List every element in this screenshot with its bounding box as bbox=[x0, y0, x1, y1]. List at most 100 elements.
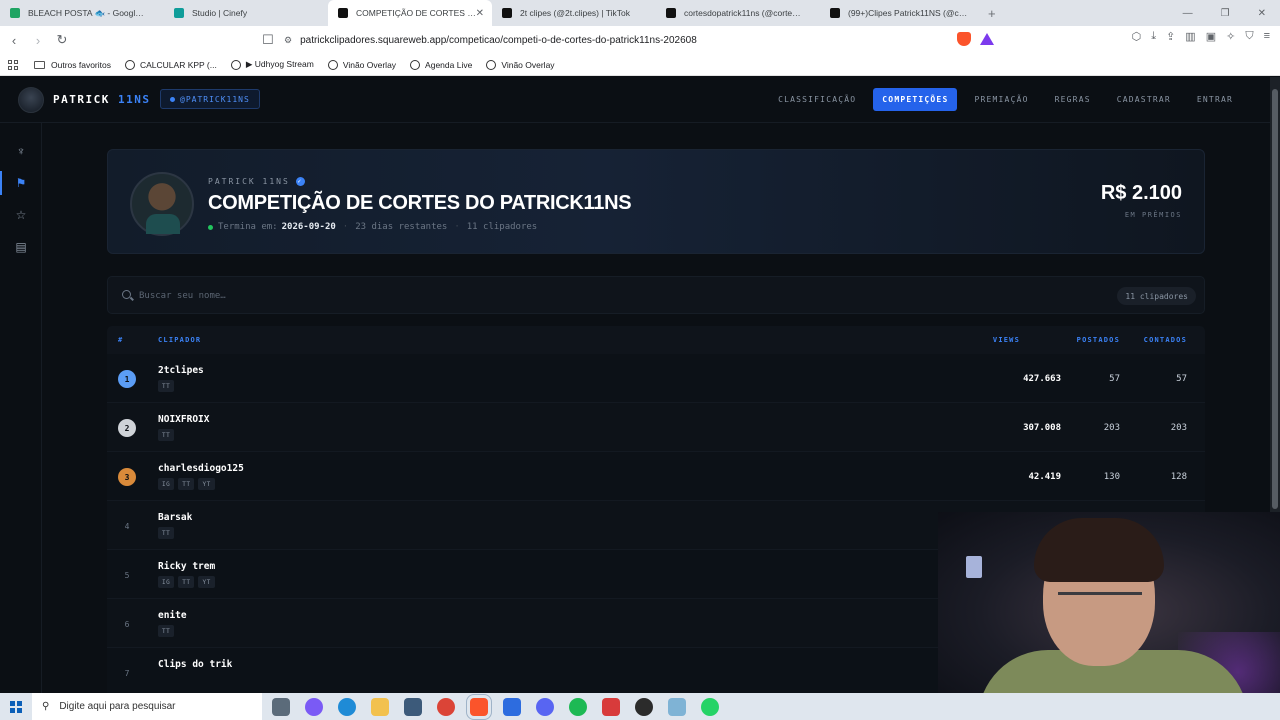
downloads-icon[interactable]: ⤓ bbox=[1151, 30, 1156, 43]
nav-item[interactable]: CADASTRAR bbox=[1108, 88, 1180, 111]
nav-item[interactable]: COMPETIÇÕES bbox=[873, 88, 958, 111]
platform-tag: YT bbox=[198, 576, 215, 588]
bookmark-item[interactable]: CALCULAR KPP (... bbox=[125, 59, 217, 70]
bookmark-page-icon[interactable]: ☐ bbox=[258, 32, 278, 48]
webcam-person-hair bbox=[1034, 518, 1164, 582]
bookmark-label: ▶ Udhyog Stream bbox=[245, 59, 314, 69]
vegas-icon[interactable] bbox=[503, 697, 521, 716]
vpn-icon[interactable]: ⛉ bbox=[1245, 30, 1253, 43]
header-rank: # bbox=[118, 336, 124, 344]
brave-shields-icon[interactable] bbox=[957, 32, 971, 46]
bookmark-favicon-icon bbox=[327, 59, 338, 70]
clipper-name[interactable]: Ricky trem bbox=[158, 561, 215, 572]
browser-tab[interactable]: COMPETIÇÃO DE CORTES DO PA✕ bbox=[328, 0, 492, 26]
whatsapp-icon[interactable] bbox=[701, 697, 719, 716]
logo-avatar[interactable] bbox=[18, 87, 44, 113]
bookmark-favicon-icon bbox=[486, 59, 497, 70]
back-icon[interactable]: ‹ bbox=[4, 33, 24, 48]
reload-icon[interactable]: ↻ bbox=[52, 32, 72, 48]
clipper-name[interactable]: 2tclipes bbox=[158, 365, 204, 376]
platform-tag: TT bbox=[158, 380, 175, 392]
bookmark-folder[interactable]: Outros favoritos bbox=[34, 60, 111, 70]
scrollbar-thumb[interactable] bbox=[1272, 89, 1278, 509]
bookmark-item[interactable]: Agenda Live bbox=[410, 59, 472, 70]
clipper-name[interactable]: charlesdiogo125 bbox=[158, 463, 244, 474]
site-info-icon[interactable]: ⚙ bbox=[284, 35, 292, 46]
brave-rewards-icon[interactable] bbox=[980, 33, 994, 45]
header-clipper[interactable]: CLIPADOR bbox=[158, 336, 201, 344]
clipper-name[interactable]: enite bbox=[158, 610, 187, 621]
browser-tab-strip: BLEACH POSTA 🐟 - Google Drive Studio | Ci… bbox=[0, 0, 1280, 26]
browser-extensions: ⬡ ⤓ ⇪ ▥ ▣ ✧ ⛉ ≡ bbox=[1132, 30, 1270, 43]
star-icon[interactable]: ☆ bbox=[13, 207, 29, 223]
clipper-name[interactable]: NOIXFROIX bbox=[158, 414, 209, 425]
bookmark-label: Vinão Overlay bbox=[342, 59, 397, 70]
menu-icon[interactable]: ≡ bbox=[1264, 30, 1270, 43]
header-views[interactable]: VIEWS bbox=[993, 336, 1020, 344]
close-window-icon[interactable]: ✕ bbox=[1258, 8, 1266, 19]
bookmark-item[interactable]: Vinão Overlay bbox=[327, 59, 397, 70]
copilot-icon[interactable] bbox=[305, 697, 323, 716]
chrome-icon[interactable] bbox=[437, 697, 455, 716]
table-row[interactable]: 3 charlesdiogo125 IG TT YT 42.419 130 128 bbox=[107, 452, 1205, 501]
voice-app-icon[interactable] bbox=[602, 697, 620, 716]
new-tab-icon[interactable]: + bbox=[988, 6, 996, 21]
minimize-icon[interactable]: — bbox=[1183, 8, 1193, 19]
header-posted[interactable]: POSTADOS bbox=[1077, 336, 1120, 344]
browser-tab[interactable]: BLEACH POSTA 🐟 - Google Drive bbox=[0, 0, 164, 26]
leo-ai-icon[interactable]: ✧ bbox=[1226, 30, 1235, 43]
brave-icon[interactable] bbox=[466, 693, 492, 720]
spotify-icon[interactable] bbox=[569, 697, 587, 716]
counted-value: 203 bbox=[1170, 423, 1187, 433]
bookmark-item[interactable]: ▶ Udhyog Stream bbox=[230, 59, 314, 70]
search-input[interactable] bbox=[139, 287, 739, 305]
nav-item[interactable]: PREMIAÇÃO bbox=[965, 88, 1037, 111]
notepad-icon[interactable] bbox=[668, 697, 686, 716]
wallet-icon[interactable]: ▣ bbox=[1206, 30, 1216, 43]
nav-item[interactable]: CLASSIFICAÇÃO bbox=[769, 88, 865, 111]
extensions-icon[interactable]: ⬡ bbox=[1132, 30, 1142, 43]
share-icon[interactable]: ⇪ bbox=[1166, 30, 1175, 43]
header-counted[interactable]: CONTADOS bbox=[1144, 336, 1187, 344]
channel-name-text: PATRICK 11NS bbox=[208, 177, 290, 186]
trophy-icon[interactable]: ♆ bbox=[13, 143, 29, 159]
nav-item[interactable]: ENTRAR bbox=[1188, 88, 1242, 111]
platform-tag: TT bbox=[158, 625, 175, 637]
clipper-name[interactable]: Clips do trik bbox=[158, 659, 232, 670]
snipping-icon[interactable] bbox=[404, 697, 422, 716]
tab-close-icon[interactable]: ✕ bbox=[476, 8, 484, 19]
posted-value: 203 bbox=[1103, 423, 1120, 433]
discord-icon[interactable] bbox=[536, 697, 554, 716]
edge-icon[interactable] bbox=[338, 697, 356, 716]
left-sidebar: ♆ ⚑ ☆ ▤ bbox=[0, 123, 42, 693]
browser-tab[interactable]: (99+)Clipes Patrick11NS (@clipes.pa bbox=[820, 0, 984, 26]
obs-icon[interactable] bbox=[635, 697, 653, 716]
file-explorer-icon[interactable] bbox=[371, 697, 389, 716]
start-button[interactable] bbox=[0, 693, 32, 720]
forward-icon[interactable]: › bbox=[28, 33, 48, 48]
flag-icon[interactable]: ⚑ bbox=[0, 171, 29, 195]
competition-meta: Termina em: 2026-09-20 · 23 dias restant… bbox=[208, 222, 537, 232]
site-logo[interactable]: PATRICK 11NS bbox=[53, 93, 150, 106]
handle-badge[interactable]: @PATRICK11NS bbox=[160, 89, 260, 109]
table-row[interactable]: 1 2tclipes TT 427.663 57 57 bbox=[107, 354, 1205, 403]
clipper-name[interactable]: Barsak bbox=[158, 512, 192, 523]
document-icon[interactable]: ▤ bbox=[13, 239, 29, 255]
table-row[interactable]: 2 NOIXFROIX TT 307.008 203 203 bbox=[107, 403, 1205, 452]
browser-tab[interactable]: 2t clipes (@2t.clipes) | TikTok bbox=[492, 0, 656, 26]
apps-grid-icon[interactable] bbox=[8, 59, 20, 70]
address-bar[interactable]: ⚙ patrickclipadores.squareweb.app/compet… bbox=[284, 29, 1028, 51]
search-icon: ⚲ bbox=[42, 701, 50, 712]
maximize-icon[interactable]: ❐ bbox=[1221, 8, 1230, 19]
browser-tab[interactable]: Studio | Cinefy bbox=[164, 0, 328, 26]
platform-tag: TT bbox=[158, 527, 175, 539]
rank-badge: 3 bbox=[118, 468, 136, 486]
taskbar-search[interactable]: ⚲ Digite aqui para pesquisar bbox=[32, 693, 262, 720]
tab-label: COMPETIÇÃO DE CORTES DO PA bbox=[356, 8, 476, 18]
bookmark-item[interactable]: Vinão Overlay bbox=[486, 59, 555, 70]
task-view-icon[interactable] bbox=[272, 697, 290, 716]
nav-item[interactable]: REGRAS bbox=[1046, 88, 1100, 111]
sidebar-toggle-icon[interactable]: ▥ bbox=[1185, 30, 1195, 43]
folder-icon bbox=[34, 60, 45, 69]
browser-tab[interactable]: cortesdopatrick11ns (@cortesdopatr bbox=[656, 0, 820, 26]
